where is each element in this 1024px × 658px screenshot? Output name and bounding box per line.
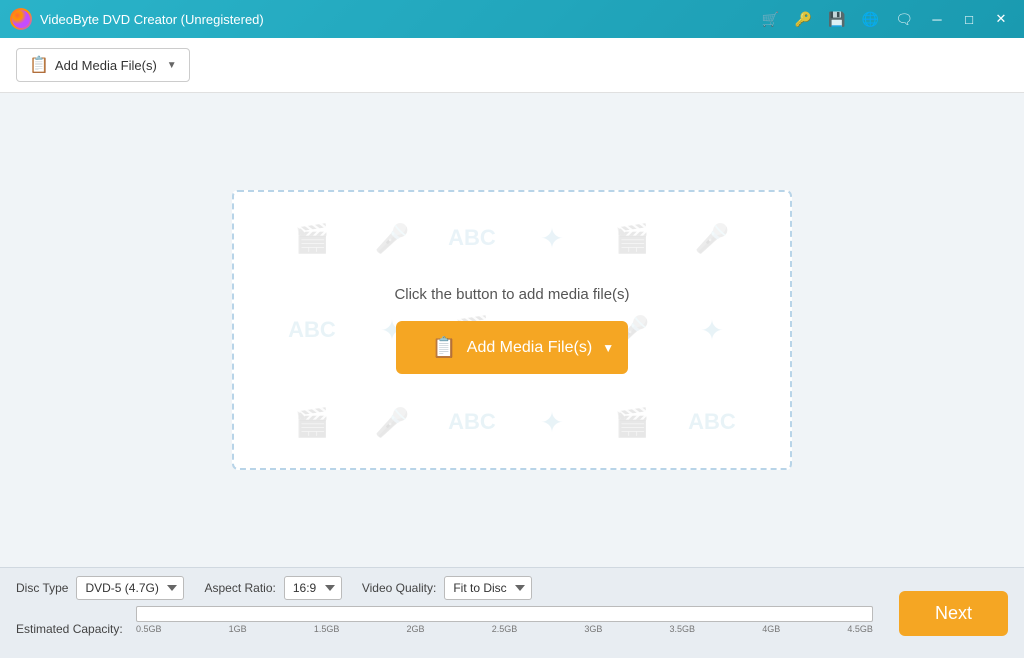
add-media-large-label: Add Media File(s) xyxy=(467,339,592,357)
cart-icon[interactable]: 🛒 xyxy=(756,9,783,30)
bg-icon-10: 🎬 xyxy=(272,395,352,450)
bg-icon-9: ✦ xyxy=(672,303,752,358)
drop-zone-inner: Click the button to add media file(s) 📋 … xyxy=(394,286,629,374)
bottom-bar: Disc Type DVD-5 (4.7G) DVD-9 (8.5G) Aspe… xyxy=(0,567,1024,658)
close-button[interactable]: ✕ xyxy=(988,6,1014,32)
add-media-small-button[interactable]: 📋 Add Media File(s) ▼ xyxy=(16,48,190,82)
capacity-bar xyxy=(136,606,873,622)
video-quality-select[interactable]: Fit to Disc High Medium Low xyxy=(444,576,532,600)
drop-zone: 🎬 🎤 ABC ✦ 🎬 🎤 ABC ✦ 🎬 ABC 🎤 ✦ 🎬 🎤 ABC ✦ … xyxy=(232,190,792,470)
minimize-button[interactable]: ─ xyxy=(924,6,950,32)
tick-8: 4.5GB xyxy=(847,624,873,634)
disc-type-select[interactable]: DVD-5 (4.7G) DVD-9 (8.5G) xyxy=(76,576,184,600)
bg-icon-4: 🎬 xyxy=(592,211,672,266)
feedback-icon[interactable]: 🗨 xyxy=(890,9,918,30)
toolbar: 📋 Add Media File(s) ▼ xyxy=(0,38,1024,93)
maximize-button[interactable]: □ xyxy=(956,6,982,32)
support-icon[interactable]: 🌐 xyxy=(857,9,884,30)
bg-text-5: ABC xyxy=(672,395,752,450)
bg-icon-5: 🎤 xyxy=(672,211,752,266)
bg-text-4: ABC xyxy=(432,395,512,450)
bg-text-1: ABC xyxy=(432,211,512,266)
bg-icon-2: 🎤 xyxy=(352,211,432,266)
add-media-small-label: Add Media File(s) xyxy=(55,58,157,73)
tick-0: 0.5GB xyxy=(136,624,162,634)
main-content: 🎬 🎤 ABC ✦ 🎬 🎤 ABC ✦ 🎬 ABC 🎤 ✦ 🎬 🎤 ABC ✦ … xyxy=(0,93,1024,567)
app-title: VideoByte DVD Creator (Unregistered) xyxy=(40,12,756,27)
add-media-large-button[interactable]: 📋 Add Media File(s) ▼ xyxy=(396,321,628,374)
bg-icon-3: ✦ xyxy=(512,211,592,266)
tick-6: 3.5GB xyxy=(670,624,696,634)
tick-4: 2.5GB xyxy=(492,624,518,634)
bg-icon-12: ✦ xyxy=(512,395,592,450)
bg-icon-1: 🎬 xyxy=(272,211,352,266)
capacity-label: Estimated Capacity: xyxy=(16,622,126,636)
title-bar: VideoByte DVD Creator (Unregistered) 🛒 🔑… xyxy=(0,0,1024,38)
drop-zone-prompt: Click the button to add media file(s) xyxy=(394,286,629,303)
bg-icon-11: 🎤 xyxy=(352,395,432,450)
video-quality-group: Video Quality: Fit to Disc High Medium L… xyxy=(362,576,533,600)
add-file-icon: 📋 xyxy=(29,55,49,75)
aspect-ratio-label: Aspect Ratio: xyxy=(204,581,275,595)
capacity-row: Estimated Capacity: 0.5GB 1GB 1.5GB 2GB … xyxy=(16,606,873,652)
tick-2: 1.5GB xyxy=(314,624,340,634)
add-media-large-icon: 📋 xyxy=(432,335,457,360)
disc-type-group: Disc Type DVD-5 (4.7G) DVD-9 (8.5G) xyxy=(16,576,184,600)
tick-1: 1GB xyxy=(229,624,247,634)
settings-row: Disc Type DVD-5 (4.7G) DVD-9 (8.5G) Aspe… xyxy=(16,576,873,600)
key-icon[interactable]: 🔑 xyxy=(790,9,817,30)
tick-3: 2GB xyxy=(407,624,425,634)
next-button[interactable]: Next xyxy=(899,591,1008,636)
save-icon[interactable]: 💾 xyxy=(823,9,850,30)
window-controls: 🛒 🔑 💾 🌐 🗨 ─ □ ✕ xyxy=(756,6,1014,32)
disc-type-label: Disc Type xyxy=(16,581,68,595)
bg-text-2: ABC xyxy=(272,303,352,358)
aspect-ratio-select[interactable]: 16:9 4:3 xyxy=(284,576,342,600)
tick-7: 4GB xyxy=(762,624,780,634)
video-quality-label: Video Quality: xyxy=(362,581,437,595)
add-media-large-arrow: ▼ xyxy=(602,341,614,355)
dropdown-arrow-icon: ▼ xyxy=(167,60,177,71)
aspect-ratio-group: Aspect Ratio: 16:9 4:3 xyxy=(204,576,341,600)
bg-icon-13: 🎬 xyxy=(592,395,672,450)
tick-5: 3GB xyxy=(584,624,602,634)
app-logo xyxy=(10,8,32,30)
